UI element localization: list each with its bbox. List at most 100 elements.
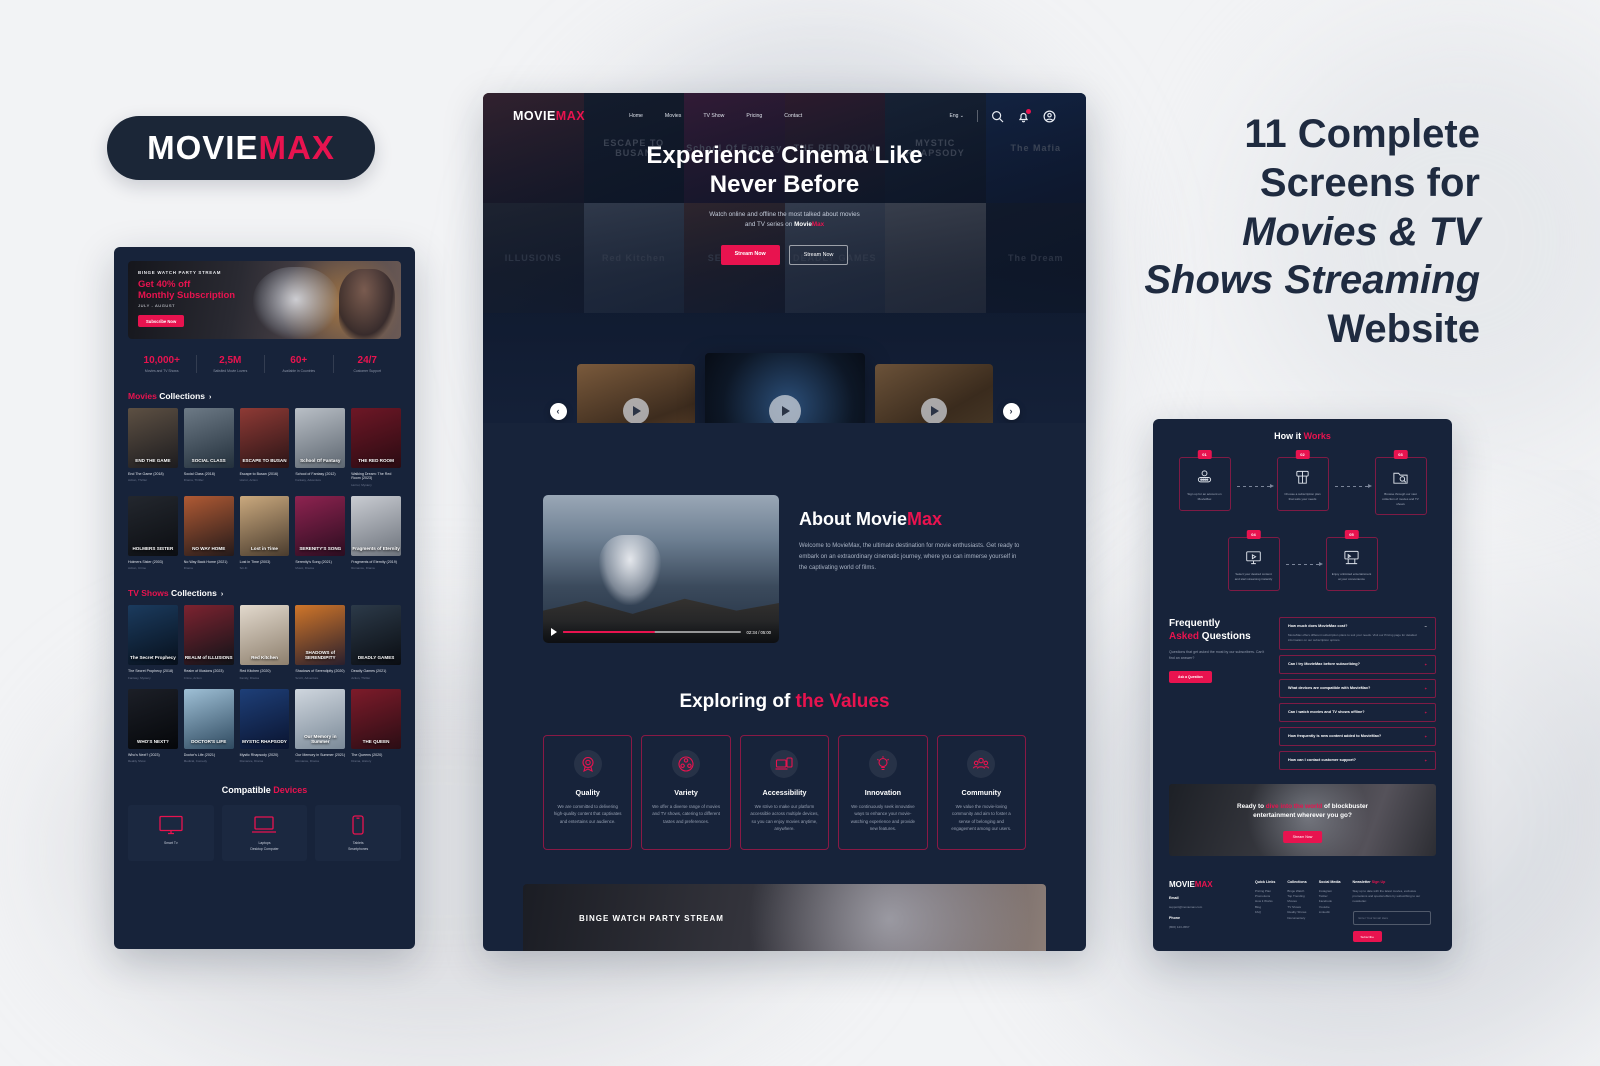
media-card[interactable]: SOCIAL CLASS Social Class (2018) Drama, Th… [183, 408, 234, 487]
media-card[interactable]: Red Kitchen Red Kitchen (2020) Family, Dra… [239, 605, 290, 680]
faq-question[interactable]: What devices are compatible with MovieMa… [1288, 686, 1427, 691]
faq-item[interactable]: How much does MovieMax cost? − MovieMax of… [1279, 616, 1436, 650]
poster-image[interactable]: THE RED ROOM [351, 408, 401, 468]
carousel-thumbnail[interactable] [576, 364, 695, 423]
media-card[interactable]: WHO'S NEXT? Who's Next? (2023) Reality Sho… [128, 688, 178, 763]
chevron-right-icon[interactable]: › [221, 591, 223, 598]
about-video-player[interactable]: 02:34 / 05:00 [543, 495, 779, 643]
media-card[interactable]: DOCTOR'S LIFE Doctor's Life (2021) Medical… [183, 688, 234, 763]
carousel-next-button[interactable]: › [1002, 402, 1020, 420]
faq-item[interactable]: What devices are compatible with MovieMa… [1279, 678, 1436, 698]
faq-question[interactable]: How much does MovieMax cost? − [1288, 624, 1427, 629]
footer-email[interactable]: support@moviemax.com [1169, 905, 1243, 910]
promo-banner[interactable]: BINGE WATCH PARTY STREAM Get 40% off Mon… [128, 261, 401, 339]
play-icon[interactable] [551, 628, 557, 636]
play-icon[interactable] [768, 395, 801, 423]
footer-link[interactable]: FAQ [1255, 910, 1275, 915]
footer-link[interactable]: LinkedIn [1319, 910, 1341, 915]
media-card[interactable]: School Of Fantasy School of Fantasy (2012… [295, 408, 346, 487]
poster-image[interactable]: SERENITY'S SONG [295, 495, 346, 556]
poster-image[interactable]: DEADLY GAMES [351, 605, 401, 666]
poster-image[interactable]: The Secret Prophecy [128, 605, 178, 666]
nav-link-pricing[interactable]: Pricing [746, 113, 762, 119]
media-card[interactable]: MYSTIC RHAPSODY Mystic Rhapsody (2020) Rom… [239, 688, 290, 763]
play-icon[interactable] [920, 398, 947, 423]
media-card[interactable]: SHADOWS of SERENDIPITY Shadows of Serendi… [295, 605, 346, 680]
media-card[interactable]: THE RED ROOM Walking Dream: The Red Room … [351, 408, 401, 487]
poster-image[interactable]: HOLMERS SISTER [128, 495, 178, 556]
play-icon[interactable] [622, 398, 649, 423]
media-card[interactable]: REALM of ILLUSIONS Realm of Illusions (20… [183, 605, 234, 680]
footer-phone[interactable]: (800) 123-4567 [1169, 925, 1243, 930]
plus-icon[interactable]: + [1425, 662, 1427, 667]
account-icon[interactable] [1043, 109, 1056, 123]
plus-icon[interactable]: + [1425, 758, 1427, 763]
poster-image[interactable]: ESCAPE TO BUSAN [239, 408, 290, 468]
poster-image[interactable]: Fragments of Eternity [351, 495, 401, 556]
media-card[interactable]: The Secret Prophecy The Secret Prophecy (… [128, 605, 178, 680]
poster-title: SHADOWS of SERENDIPITY [304, 650, 336, 661]
nav-link-tv-show[interactable]: TV Show [703, 113, 724, 119]
carousel-prev-button[interactable]: ‹ [549, 402, 567, 420]
poster-image[interactable]: Red Kitchen [239, 605, 290, 666]
faq-item[interactable]: Can I watch movies and TV shows offline?… [1279, 702, 1436, 722]
language-selector[interactable]: Eng ⌄ [950, 113, 965, 119]
poster-image[interactable]: END THE GAME [128, 408, 178, 468]
carousel-thumbnail[interactable] [874, 364, 993, 423]
poster-image[interactable]: Our Memory in Summer [295, 688, 346, 749]
poster-image[interactable]: REALM of ILLUSIONS [183, 605, 234, 666]
newsletter-email-input[interactable]: Enter Your Email Here [1352, 910, 1431, 925]
poster-image[interactable]: Lost in Time [239, 495, 290, 556]
footer-link[interactable]: Reality Shows [1287, 910, 1306, 915]
media-card[interactable]: SERENITY'S SONG Serenity's Song (2021) Mus… [295, 495, 346, 570]
chevron-right-icon[interactable]: › [209, 394, 211, 401]
carousel-thumbnail-active[interactable] [704, 353, 865, 423]
poster-image[interactable]: School Of Fantasy [295, 408, 346, 468]
media-card[interactable]: ESCAPE TO BUSAN Escape to Busan (2016) Hor… [239, 408, 290, 487]
device-card-phone[interactable]: Tablets Smartphones [315, 805, 401, 861]
video-progress-bar[interactable] [563, 630, 741, 634]
device-card-smart-tv[interactable]: Smart Tv [128, 805, 214, 861]
search-icon[interactable] [991, 110, 1004, 123]
media-card[interactable]: NO WAY HOME No Way Back Home (2021) Drama [183, 495, 234, 570]
ask-question-button[interactable]: Ask a Question [1169, 670, 1212, 683]
cta-stream-now-button[interactable]: Stream Now [1282, 830, 1323, 843]
plus-icon[interactable]: + [1425, 686, 1427, 691]
media-card[interactable]: END THE GAME End The Game (2018) Action, T… [128, 408, 178, 487]
bell-icon[interactable] [1017, 108, 1031, 123]
footer-link[interactable]: Documentary [1287, 916, 1306, 921]
faq-item[interactable]: How can I contact customer support? + [1279, 750, 1436, 770]
stream-now-secondary-button[interactable]: Stream Now [788, 244, 849, 265]
faq-question[interactable]: How frequently is new content added to M… [1288, 734, 1427, 739]
stream-now-primary-button[interactable]: Stream Now [720, 244, 780, 265]
faq-question[interactable]: Can I watch movies and TV shows offline?… [1288, 710, 1427, 715]
faq-item[interactable]: How frequently is new content added to M… [1279, 726, 1436, 746]
nav-link-home[interactable]: Home [629, 113, 643, 119]
poster-image[interactable]: WHO'S NEXT? [128, 688, 178, 749]
plus-icon[interactable]: + [1425, 734, 1427, 739]
poster-image[interactable]: NO WAY HOME [183, 495, 234, 556]
media-card[interactable]: THE QUEEN The Queens (2020) Drama, History [351, 688, 401, 763]
media-card[interactable]: DEADLY GAMES Deadly Games (2021) Action, T… [351, 605, 401, 680]
poster-image[interactable]: SHADOWS of SERENDIPITY [295, 605, 346, 666]
subscribe-now-button[interactable]: Subscribe Now [138, 315, 185, 328]
faq-question[interactable]: How can I contact customer support? + [1288, 758, 1427, 763]
nav-link-contact[interactable]: Contact [784, 113, 802, 119]
media-card[interactable]: HOLMERS SISTER Holmers Sister (2003) Actio… [128, 495, 178, 570]
media-card[interactable]: Lost in Time Lost in Time (2003) Sci-Fi [239, 495, 290, 570]
nav-link-movies[interactable]: Movies [665, 113, 681, 119]
media-card[interactable]: Fragments of Eternity Fragments of Eterni… [351, 495, 401, 570]
minus-icon[interactable]: − [1425, 624, 1427, 629]
faq-question[interactable]: Can I try MovieMax before subscribing? + [1288, 662, 1427, 667]
poster-image[interactable]: MYSTIC RHAPSODY [239, 688, 290, 749]
poster-image[interactable]: DOCTOR'S LIFE [183, 688, 234, 749]
poster-image[interactable]: THE QUEEN [351, 688, 401, 749]
poster-image[interactable]: SOCIAL CLASS [183, 408, 234, 468]
media-card[interactable]: Our Memory in Summer Our Memory in Summer… [295, 688, 346, 763]
footer-link[interactable]: How it Works [1255, 899, 1275, 904]
newsletter-subscribe-button[interactable]: Subscribe [1352, 931, 1382, 943]
navbar-logo[interactable]: MOVIEMAX [513, 109, 585, 123]
faq-item[interactable]: Can I try MovieMax before subscribing? + [1279, 654, 1436, 674]
plus-icon[interactable]: + [1425, 710, 1427, 715]
device-card-laptop[interactable]: Laptops Desktop Computer [221, 805, 308, 861]
